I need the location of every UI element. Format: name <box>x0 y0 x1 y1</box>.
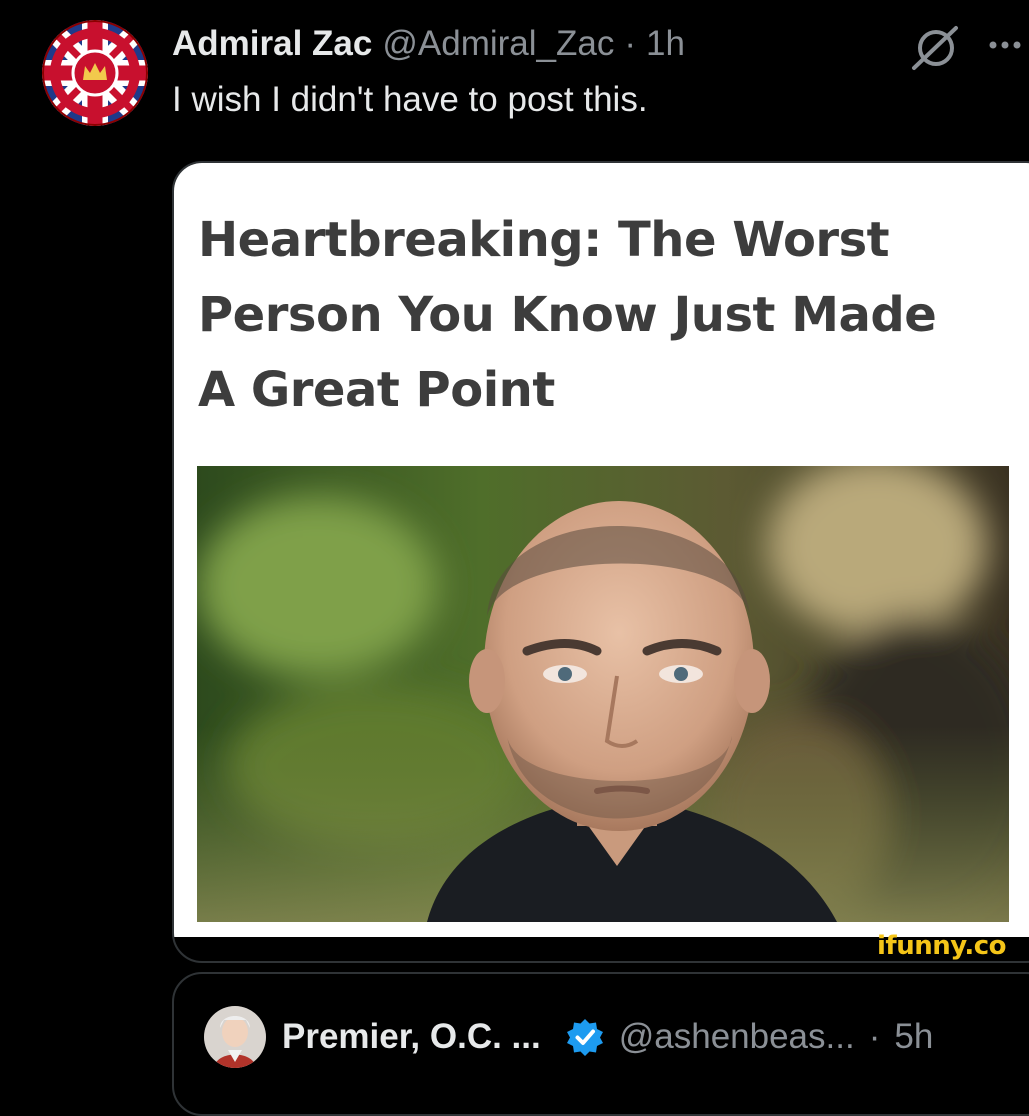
ifunny-watermark: ifunny.co <box>877 931 1006 961</box>
meme-image: Heartbreaking: The Worst Person You Know… <box>174 163 1029 937</box>
quoted-author-avatar[interactable] <box>204 1006 266 1068</box>
meme-headline-line: Person You Know Just Made <box>198 287 937 343</box>
quoted-author-display-name[interactable]: Premier, O.C. ... <box>282 1017 541 1057</box>
man-portrait-photo <box>197 466 1009 922</box>
verified-badge-icon <box>566 1019 603 1056</box>
meme-headline: Heartbreaking: The Worst Person You Know… <box>198 203 1018 428</box>
quoted-tweet-card[interactable]: Premier, O.C. ... @ashenbeas... · 5h <box>172 972 1029 1116</box>
author-avatar[interactable] <box>42 20 148 126</box>
quoted-post-time[interactable]: 5h <box>894 1017 933 1057</box>
meme-headline-line: A Great Point <box>198 362 555 418</box>
media-card[interactable]: Heartbreaking: The Worst Person You Know… <box>172 161 1029 963</box>
author-display-name[interactable]: Admiral Zac <box>172 24 372 64</box>
more-options-icon[interactable] <box>982 30 1028 60</box>
quoted-author-handle[interactable]: @ashenbeas... <box>619 1017 855 1057</box>
union-jack-crown-icon <box>42 20 148 126</box>
post-time[interactable]: 1h <box>646 24 685 64</box>
tweet-header: Admiral Zac @Admiral_Zac · 1h <box>172 22 685 66</box>
grok-icon[interactable] <box>908 24 964 72</box>
quoted-tweet-header: Premier, O.C. ... @ashenbeas... · 5h <box>204 1006 933 1068</box>
tweet-text: I wish I didn't have to post this. <box>172 80 648 119</box>
header-separator: · <box>624 24 636 63</box>
meme-headline-line: Heartbreaking: The Worst <box>198 212 890 268</box>
author-handle[interactable]: @Admiral_Zac <box>382 24 614 64</box>
quoted-header-separator: · <box>868 1017 881 1056</box>
